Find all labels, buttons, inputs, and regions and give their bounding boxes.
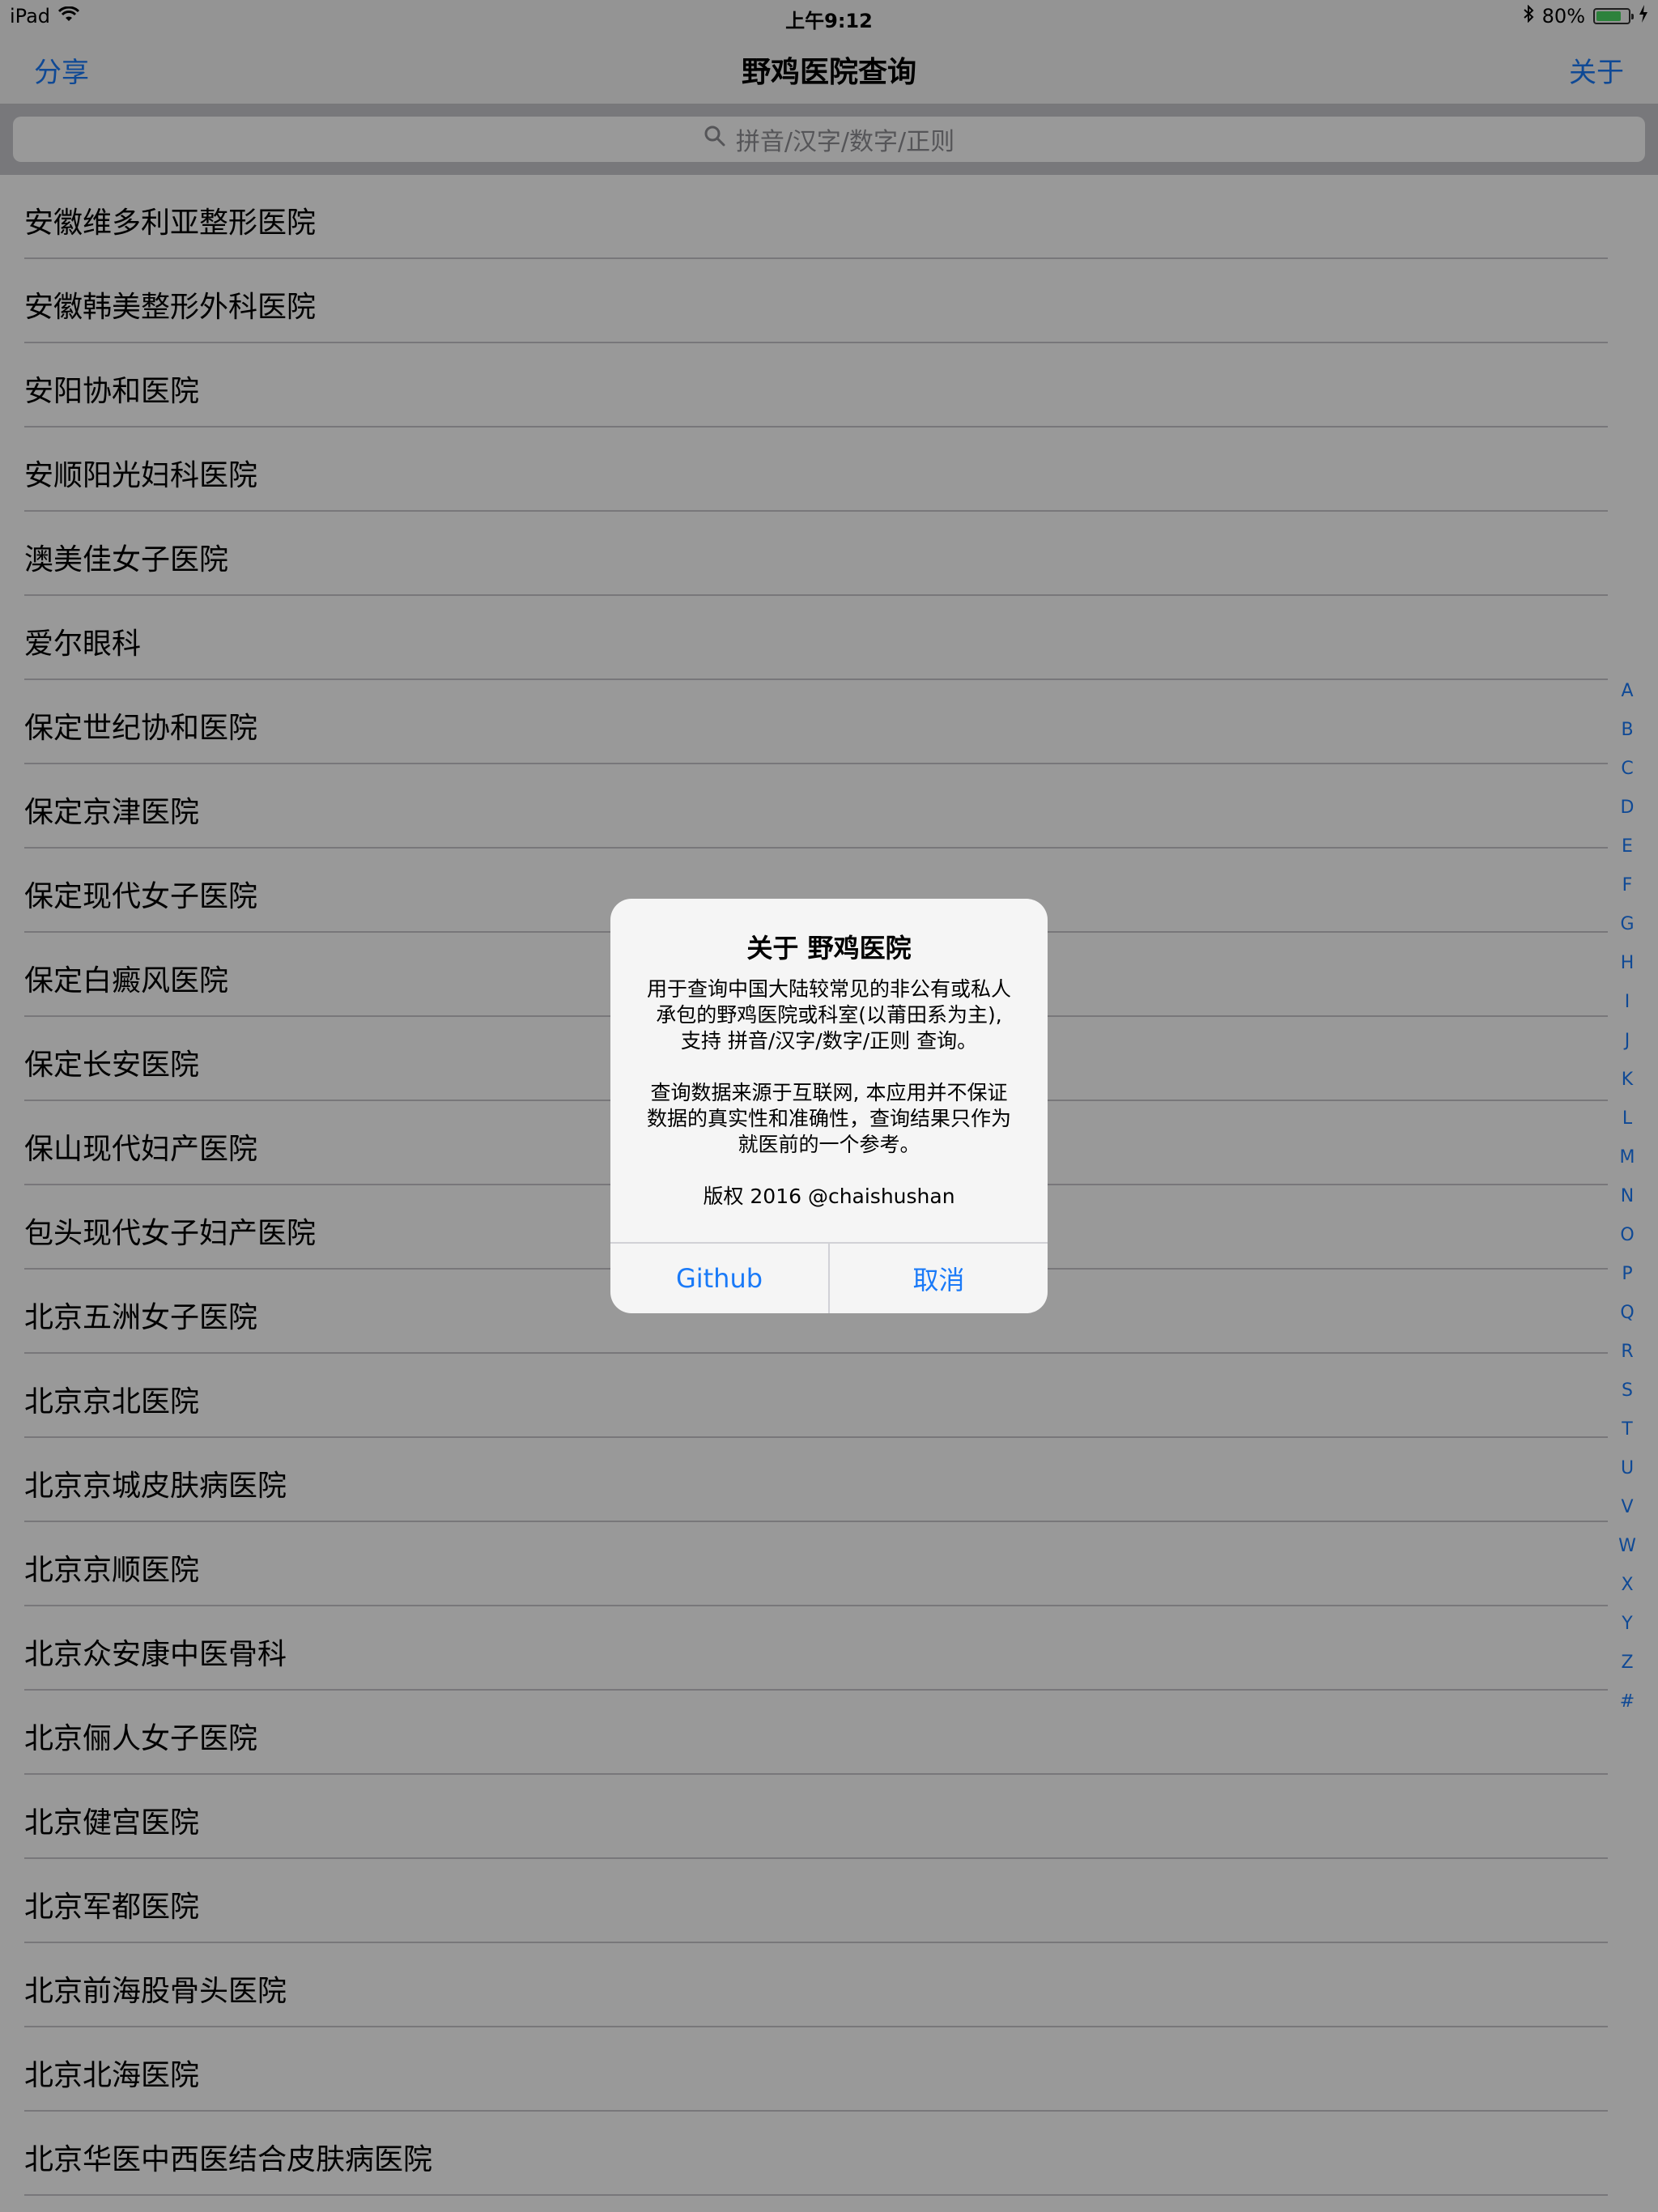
alert-message-line: 就医前的一个参考。: [738, 1133, 920, 1156]
cancel-button[interactable]: 取消: [828, 1244, 1048, 1313]
alert-message-line: 查询数据来源于互联网, 本应用并不保证: [650, 1081, 1008, 1104]
alert-message: 用于查询中国大陆较常见的非公有或私人 承包的野鸡医院或科室(以莆田系为主), 支…: [610, 976, 1048, 1210]
alert-message-line: 承包的野鸡医院或科室(以莆田系为主),: [656, 1003, 1002, 1027]
alert-message-line: 数据的真实性和准确性，查询结果只作为: [646, 1107, 1011, 1130]
github-button[interactable]: Github: [610, 1244, 828, 1313]
about-alert: 关于 野鸡医院 用于查询中国大陆较常见的非公有或私人 承包的野鸡医院或科室(以莆…: [610, 899, 1048, 1313]
alert-message-line: 用于查询中国大陆较常见的非公有或私人: [646, 977, 1011, 1001]
alert-buttons: Github 取消: [610, 1242, 1048, 1313]
alert-message-line: 支持 拼音/汉字/数字/正则 查询。: [680, 1029, 978, 1053]
alert-copyright: 版权 2016 @chaishushan: [703, 1185, 955, 1208]
alert-title: 关于 野鸡医院: [746, 933, 912, 963]
